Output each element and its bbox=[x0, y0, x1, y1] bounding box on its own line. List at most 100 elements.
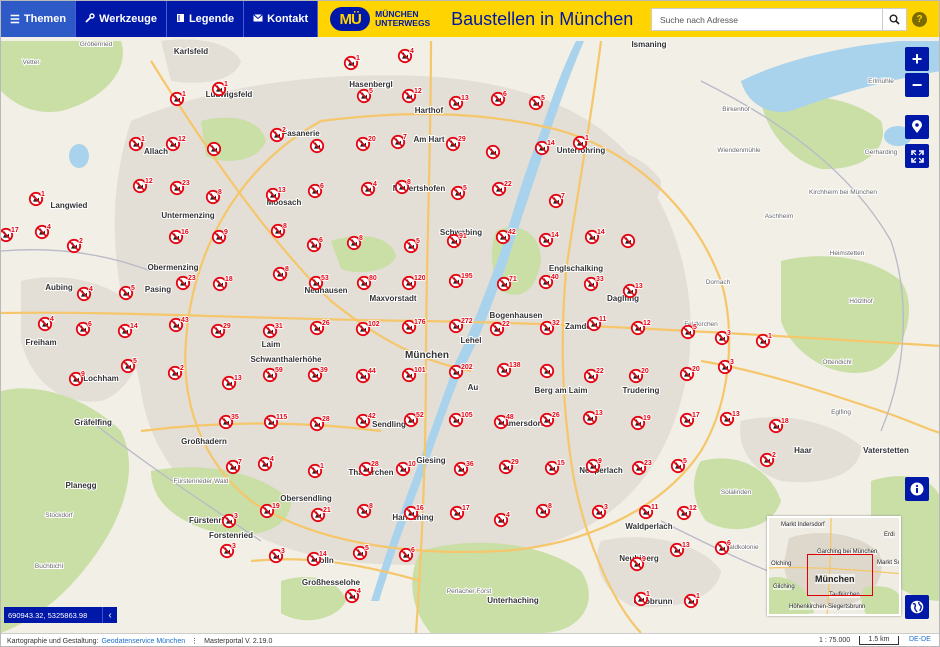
construction-site-marker[interactable] bbox=[539, 363, 555, 379]
marker-count: 22 bbox=[502, 321, 510, 328]
marker-count: 1 bbox=[41, 191, 45, 198]
marker-count: 4 bbox=[50, 316, 54, 323]
marker-count: 115 bbox=[276, 414, 287, 421]
overview-label: Markt Schw. bbox=[877, 560, 899, 566]
marker-count: 4 bbox=[373, 181, 377, 188]
footer-version: Masterportal V. 2.19.0 bbox=[204, 637, 273, 645]
marker-count: 29 bbox=[511, 459, 519, 466]
marker-count: 36 bbox=[466, 461, 474, 468]
place-label: Giesing bbox=[416, 456, 445, 465]
marker-count: 14 bbox=[130, 323, 138, 330]
construction-site-marker[interactable] bbox=[485, 144, 501, 160]
marker-count: 4 bbox=[410, 48, 414, 55]
marker-count: 5 bbox=[369, 88, 373, 95]
marker-count: 7 bbox=[403, 134, 407, 141]
construction-site-marker[interactable] bbox=[206, 141, 222, 157]
place-label: Ottendichl bbox=[822, 359, 852, 366]
wrench-icon bbox=[85, 12, 95, 26]
marker-count: 13 bbox=[461, 95, 469, 102]
marker-count: 32 bbox=[552, 320, 560, 327]
chevron-left-icon: ‹ bbox=[108, 609, 112, 621]
marker-count: 8 bbox=[283, 223, 287, 230]
marker-count: 48 bbox=[506, 414, 514, 421]
nav-kontakt-button[interactable]: Kontakt bbox=[244, 1, 319, 37]
place-label: Vetter bbox=[23, 59, 41, 66]
zoom-in-button[interactable]: + bbox=[905, 47, 929, 71]
place-label: Karlsfeld bbox=[174, 47, 208, 56]
place-label: Hölzlhof bbox=[849, 298, 873, 305]
zoom-out-button[interactable]: − bbox=[905, 73, 929, 97]
marker-count: 10 bbox=[408, 461, 416, 468]
place-label: München bbox=[405, 350, 449, 361]
place-label: Lochham bbox=[83, 374, 119, 383]
marker-count: 1 bbox=[646, 591, 650, 598]
more-icon[interactable]: ⋮ bbox=[191, 637, 198, 645]
address-search-input[interactable] bbox=[651, 8, 883, 31]
marker-count: 2 bbox=[772, 452, 776, 459]
place-label: Wiendenmühle bbox=[717, 147, 761, 154]
marker-count: 6 bbox=[727, 540, 731, 547]
place-label: Stockdorf bbox=[45, 512, 73, 519]
marker-count: 1 bbox=[585, 135, 589, 142]
place-label: Fürstenrieder Wald bbox=[173, 478, 228, 485]
locate-button[interactable] bbox=[905, 115, 929, 139]
place-label: Eglfing bbox=[831, 409, 851, 416]
marker-count: 22 bbox=[504, 181, 512, 188]
marker-count: 9 bbox=[81, 371, 85, 378]
construction-site-marker[interactable] bbox=[620, 233, 636, 249]
marker-count: 20 bbox=[692, 366, 700, 373]
marker-count: 1 bbox=[320, 463, 324, 470]
overview-extent-box[interactable] bbox=[807, 554, 873, 596]
marker-count: 29 bbox=[223, 323, 231, 330]
place-label: Trudering bbox=[623, 386, 660, 395]
search-icon bbox=[889, 14, 900, 25]
collapse-coordinates-button[interactable]: ‹ bbox=[102, 607, 117, 623]
overview-map[interactable]: Markt Indersdorf Garching bei München Ol… bbox=[767, 516, 901, 616]
footer-credit-link[interactable]: Geodatenservice München bbox=[101, 638, 185, 645]
place-label: Am Hart bbox=[413, 135, 444, 144]
nav-kontakt-label: Kontakt bbox=[267, 13, 309, 25]
nav-werkzeuge-label: Werkzeuge bbox=[99, 13, 157, 25]
marker-count: 8 bbox=[548, 503, 552, 510]
marker-count: 17 bbox=[462, 505, 470, 512]
marker-count: 17 bbox=[11, 227, 19, 234]
marker-count: 3 bbox=[232, 543, 236, 550]
marker-count: 20 bbox=[368, 136, 376, 143]
place-label: Gröbenried bbox=[80, 41, 113, 48]
nav-werkzeuge-button[interactable]: Werkzeuge bbox=[76, 1, 167, 37]
place-label: Schwanthalerhöhe bbox=[250, 355, 322, 364]
fullscreen-button[interactable] bbox=[905, 144, 929, 168]
place-label: Aubing bbox=[45, 283, 73, 292]
nav-themen-button[interactable]: ☰ Themen bbox=[1, 1, 77, 37]
info-button[interactable] bbox=[905, 477, 929, 501]
construction-site-marker[interactable] bbox=[309, 138, 325, 154]
place-label: Obermenzing bbox=[147, 263, 198, 272]
search-button[interactable] bbox=[882, 8, 907, 31]
nav-legende-button[interactable]: Legende bbox=[166, 1, 245, 37]
marker-count: 5 bbox=[541, 95, 545, 102]
marker-count: 5 bbox=[133, 358, 137, 365]
place-label: Lehel bbox=[461, 336, 482, 345]
overview-label: Markt Indersdorf bbox=[781, 522, 825, 528]
book-icon bbox=[176, 13, 185, 26]
place-label: Aschheim bbox=[765, 213, 794, 220]
marker-count: 105 bbox=[461, 412, 473, 419]
marker-count: 18 bbox=[781, 418, 789, 425]
marker-count: 28 bbox=[322, 416, 330, 423]
marker-count: 11 bbox=[599, 316, 607, 323]
marker-count: 6 bbox=[88, 321, 92, 328]
marker-count: 91 bbox=[459, 233, 467, 240]
fullscreen-icon bbox=[910, 149, 924, 163]
help-button[interactable]: ? bbox=[912, 12, 927, 27]
language-switch[interactable]: DE-DE bbox=[909, 636, 931, 643]
marker-count: 28 bbox=[371, 461, 379, 468]
background-map-button[interactable] bbox=[905, 595, 929, 619]
place-label: Obersendling bbox=[280, 494, 332, 503]
marker-count: 101 bbox=[414, 367, 426, 374]
scale-ratio[interactable]: 1 : 75.000 bbox=[819, 637, 850, 644]
marker-count: 12 bbox=[145, 178, 153, 185]
brand-logo[interactable]: MÜ MÜNCHEN UNTERWEGS bbox=[330, 7, 443, 31]
place-label: Ismaning bbox=[631, 40, 666, 49]
footer-bar: Kartographie und Gestaltung: Geodatenser… bbox=[1, 633, 939, 646]
place-label: Heimstetten bbox=[830, 250, 865, 257]
